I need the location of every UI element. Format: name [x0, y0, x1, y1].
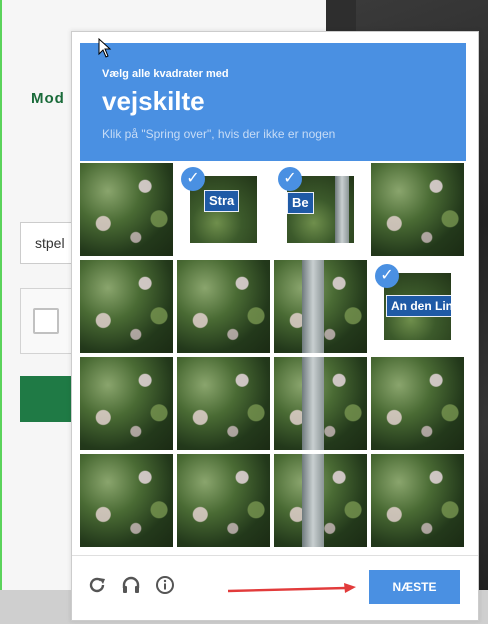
captcha-tile-10[interactable]	[274, 357, 367, 450]
captcha-target: vejskilte	[102, 86, 205, 116]
captcha-tile-7[interactable]: An den Linden ✓	[371, 260, 464, 353]
captcha-grid: Stra ✓ Be ✓ An den Linden ✓	[80, 163, 466, 549]
captcha-tile-8[interactable]	[80, 357, 173, 450]
check-icon: ✓	[278, 167, 302, 191]
captcha-tile-14[interactable]	[274, 454, 367, 547]
captcha-tile-3[interactable]	[371, 163, 464, 256]
mouse-cursor-icon	[98, 38, 112, 58]
captcha-hint: Klik på "Spring over", hvis der ikke er …	[102, 127, 336, 141]
captcha-dialog: Vælg alle kvadrater med vejskilte Klik p…	[71, 31, 479, 621]
captcha-tile-2[interactable]: Be ✓	[274, 163, 367, 256]
check-icon: ✓	[375, 264, 399, 288]
headphones-icon[interactable]	[120, 575, 142, 597]
next-button[interactable]: NÆSTE	[369, 570, 460, 604]
captcha-tile-0[interactable]	[80, 163, 173, 256]
captcha-instruction: Vælg alle kvadrater med	[102, 68, 229, 80]
reload-icon[interactable]	[86, 575, 108, 597]
captcha-footer: NÆSTE	[72, 555, 478, 620]
left-border	[0, 0, 2, 624]
background-input-text: stpel	[35, 235, 65, 251]
street-sign: Stra	[204, 190, 240, 212]
pole	[335, 176, 349, 243]
background-brand: Mod	[31, 90, 65, 107]
captcha-tile-4[interactable]	[80, 260, 173, 353]
captcha-tile-15[interactable]	[371, 454, 464, 547]
captcha-tile-12[interactable]	[80, 454, 173, 547]
check-icon: ✓	[181, 167, 205, 191]
recaptcha-checkbox[interactable]	[33, 308, 59, 334]
captcha-tile-13[interactable]	[177, 454, 270, 547]
captcha-tile-6[interactable]	[274, 260, 367, 353]
captcha-tile-9[interactable]	[177, 357, 270, 450]
street-sign: Be	[287, 192, 314, 214]
captcha-header: Vælg alle kvadrater med vejskilte Klik p…	[80, 43, 466, 161]
arrow-annotation	[228, 583, 356, 593]
captcha-tile-5[interactable]	[177, 260, 270, 353]
street-sign: An den Linden	[386, 295, 451, 317]
info-icon[interactable]	[154, 575, 176, 597]
captcha-tile-11[interactable]	[371, 357, 464, 450]
captcha-tile-1[interactable]: Stra ✓	[177, 163, 270, 256]
